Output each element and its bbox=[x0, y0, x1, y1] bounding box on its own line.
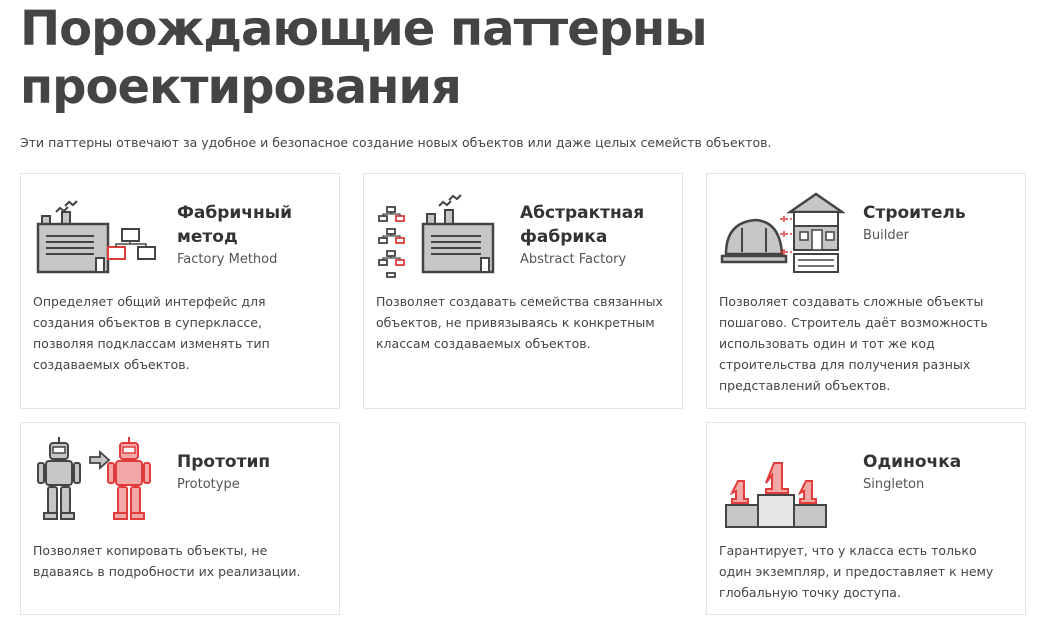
pattern-title: Прототип Prototype bbox=[177, 450, 327, 494]
prototype-icon bbox=[37, 437, 151, 520]
pattern-title: Фабричный метод Factory Method bbox=[177, 201, 327, 269]
builder-icon bbox=[720, 192, 845, 273]
factory-method-icon bbox=[36, 200, 156, 274]
pattern-subtitle: Builder bbox=[863, 228, 909, 243]
pattern-card-prototype[interactable]: Прототип Prototype Позволяет копировать … bbox=[20, 422, 340, 615]
page-title: Порождающие паттерны проектирования bbox=[20, 0, 1020, 116]
pattern-description: Позволяет создавать семейства связанных … bbox=[376, 294, 663, 351]
pattern-card-builder[interactable]: Строитель Builder Позволяет создавать сл… bbox=[706, 173, 1026, 409]
singleton-icon bbox=[725, 462, 827, 528]
abstract-factory-icon bbox=[378, 194, 495, 278]
pattern-title: Одиночка Singleton bbox=[863, 450, 1013, 494]
pattern-subtitle: Factory Method bbox=[177, 252, 278, 267]
page-title-line-1: Порождающие паттерны bbox=[20, 1, 708, 57]
intro-text: Эти паттерны отвечают за удобное и безоп… bbox=[20, 135, 772, 150]
pattern-title: Строитель Builder bbox=[863, 201, 1013, 245]
page-title-line-2: проектирования bbox=[20, 59, 462, 115]
pattern-description: Позволяет копировать объекты, не вдаваяс… bbox=[33, 543, 301, 579]
pattern-subtitle: Singleton bbox=[863, 477, 925, 492]
pattern-description: Позволяет создавать сложные объекты поша… bbox=[719, 294, 988, 393]
pattern-subtitle: Prototype bbox=[177, 477, 240, 492]
pattern-description: Гарантирует, что у класса есть только од… bbox=[719, 543, 994, 600]
pattern-title: Абстрактная фабрика Abstract Factory bbox=[520, 201, 670, 269]
pattern-card-factory-method[interactable]: Фабричный метод Factory Method Определяет… bbox=[20, 173, 340, 409]
pattern-description: Определяет общий интерфейс для создания … bbox=[33, 294, 270, 372]
pattern-card-singleton[interactable]: Одиночка Singleton Гарантирует, что у кл… bbox=[706, 422, 1026, 615]
pattern-subtitle: Abstract Factory bbox=[520, 252, 627, 267]
pattern-card-abstract-factory[interactable]: Абстрактная фабрика Abstract Factory Позв… bbox=[363, 173, 683, 409]
